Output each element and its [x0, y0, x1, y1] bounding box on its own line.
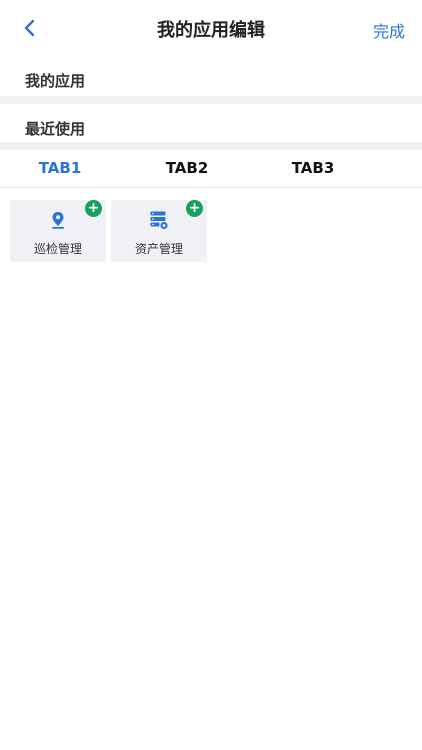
- add-app-badge[interactable]: +: [85, 200, 102, 217]
- tab-bar: TAB1 TAB2 TAB3: [0, 150, 422, 188]
- my-apps-title: 我的应用: [25, 72, 86, 90]
- done-button[interactable]: 完成: [373, 18, 405, 42]
- nav-bar: 我的应用编辑 完成: [0, 0, 422, 56]
- page-title: 我的应用编辑: [157, 20, 265, 41]
- tab-1[interactable]: TAB1: [20, 159, 100, 177]
- add-app-badge[interactable]: +: [186, 200, 203, 217]
- recent-title: 最近使用: [25, 120, 86, 138]
- tab-3[interactable]: TAB3: [273, 159, 353, 177]
- server-settings-icon: [149, 210, 169, 230]
- section-divider: [0, 96, 422, 104]
- section-divider: [0, 142, 422, 150]
- location-pin-icon: [48, 210, 68, 230]
- app-label: 巡检管理: [33, 242, 82, 256]
- app-label: 资产管理: [134, 242, 183, 256]
- tab-2[interactable]: TAB2: [147, 159, 227, 177]
